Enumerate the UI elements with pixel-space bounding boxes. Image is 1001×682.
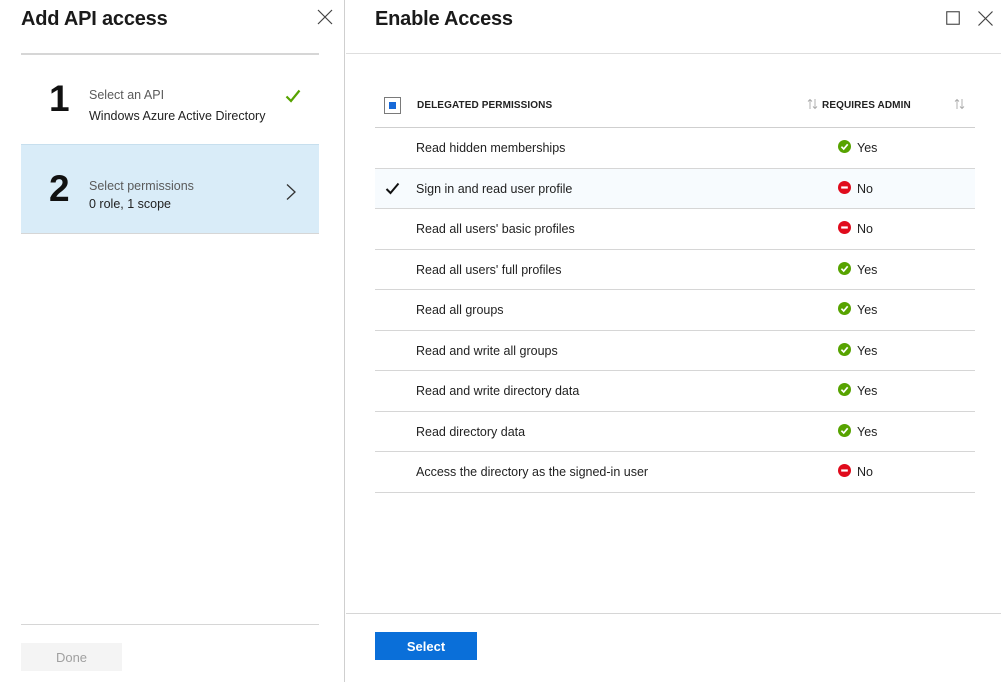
step-select-api[interactable]: 1 Select an API Windows Azure Active Dir… bbox=[21, 55, 319, 145]
indeterminate-mark bbox=[389, 102, 396, 109]
step-number: 2 bbox=[49, 168, 70, 209]
permission-row[interactable]: Read all users' full profiles Yes bbox=[375, 250, 975, 290]
permission-row[interactable]: Read all groups Yes bbox=[375, 290, 975, 331]
requires-admin-value: Yes bbox=[857, 384, 878, 398]
permission-row[interactable]: Read and write directory data Yes bbox=[375, 371, 975, 412]
footer-divider bbox=[21, 624, 319, 625]
success-check-icon bbox=[838, 261, 851, 275]
sort-icon[interactable] bbox=[807, 98, 818, 110]
permission-row[interactable]: Read and write all groups Yes bbox=[375, 331, 975, 371]
permission-name: Read and write all groups bbox=[416, 343, 558, 358]
blocked-icon bbox=[838, 464, 851, 477]
blade-title: Enable Access bbox=[375, 8, 513, 30]
enable-access-blade: Enable Access DELEGATED PERMISSIONS REQU… bbox=[346, 0, 1001, 682]
done-button[interactable]: Done bbox=[21, 643, 122, 671]
permission-row[interactable]: Access the directory as the signed-in us… bbox=[375, 452, 975, 493]
step-number: 1 bbox=[49, 78, 70, 119]
permission-name: Read all users' basic profiles bbox=[416, 222, 575, 236]
grid-rows: Read hidden memberships Yes Sign in and re… bbox=[375, 128, 975, 493]
permission-row[interactable]: Read hidden memberships Yes bbox=[375, 128, 975, 169]
permission-row[interactable]: Sign in and read user profile No bbox=[375, 168, 975, 209]
maximize-icon[interactable] bbox=[946, 11, 960, 25]
requires-admin-value: No bbox=[857, 465, 873, 479]
success-check-icon bbox=[838, 140, 851, 153]
success-check-icon bbox=[838, 342, 851, 356]
permission-name: Sign in and read user profile bbox=[416, 181, 573, 196]
grid-header: DELEGATED PERMISSIONS REQUIRES ADMIN bbox=[375, 86, 975, 128]
checkmark-icon[interactable] bbox=[385, 182, 400, 195]
step-value: Windows Azure Active Directory bbox=[89, 109, 266, 123]
permission-name: Read all groups bbox=[416, 303, 504, 317]
requires-admin-value: Yes bbox=[857, 343, 878, 358]
select-all-checkbox[interactable] bbox=[384, 97, 401, 114]
permissions-grid: DELEGATED PERMISSIONS REQUIRES ADMIN Rea… bbox=[375, 86, 975, 493]
requires-admin-value: Yes bbox=[857, 141, 878, 155]
permission-name: Read hidden memberships bbox=[416, 141, 566, 155]
chevron-right-icon bbox=[286, 184, 296, 200]
permission-row[interactable]: Read all users' basic profiles No bbox=[375, 209, 975, 250]
footer-divider bbox=[346, 613, 1001, 614]
success-check-icon bbox=[838, 302, 851, 315]
permission-name: Read and write directory data bbox=[416, 384, 580, 398]
add-api-access-blade: Add API access 1 Select an API Windows A… bbox=[0, 0, 345, 682]
close-icon[interactable] bbox=[316, 8, 334, 26]
permission-name: Read all users' full profiles bbox=[416, 262, 562, 277]
step-select-permissions[interactable]: 2 Select permissions 0 role, 1 scope bbox=[21, 144, 319, 234]
step-label: Select permissions bbox=[89, 179, 194, 193]
blade-title: Add API access bbox=[21, 8, 168, 30]
column-header-requires-admin[interactable]: REQUIRES ADMIN bbox=[822, 100, 911, 111]
requires-admin-value: Yes bbox=[857, 262, 878, 277]
requires-admin-value: Yes bbox=[857, 303, 878, 317]
success-check-icon bbox=[838, 423, 851, 437]
blocked-icon bbox=[838, 221, 851, 234]
permission-name: Read directory data bbox=[416, 424, 526, 439]
requires-admin-value: No bbox=[857, 181, 873, 196]
close-icon[interactable] bbox=[977, 10, 994, 27]
column-header-permission[interactable]: DELEGATED PERMISSIONS bbox=[417, 100, 552, 111]
blocked-icon bbox=[838, 180, 851, 194]
select-button[interactable]: Select bbox=[375, 632, 477, 660]
sort-icon[interactable] bbox=[954, 98, 965, 110]
permission-name: Access the directory as the signed-in us… bbox=[416, 465, 649, 479]
permission-row[interactable]: Read directory data Yes bbox=[375, 412, 975, 452]
step-label: Select an API bbox=[89, 88, 165, 102]
requires-admin-value: Yes bbox=[857, 424, 878, 439]
success-check-icon bbox=[838, 383, 851, 396]
checkmark-icon bbox=[285, 89, 301, 103]
header-divider bbox=[346, 53, 1001, 54]
requires-admin-value: No bbox=[857, 222, 873, 236]
step-value: 0 role, 1 scope bbox=[89, 197, 171, 211]
